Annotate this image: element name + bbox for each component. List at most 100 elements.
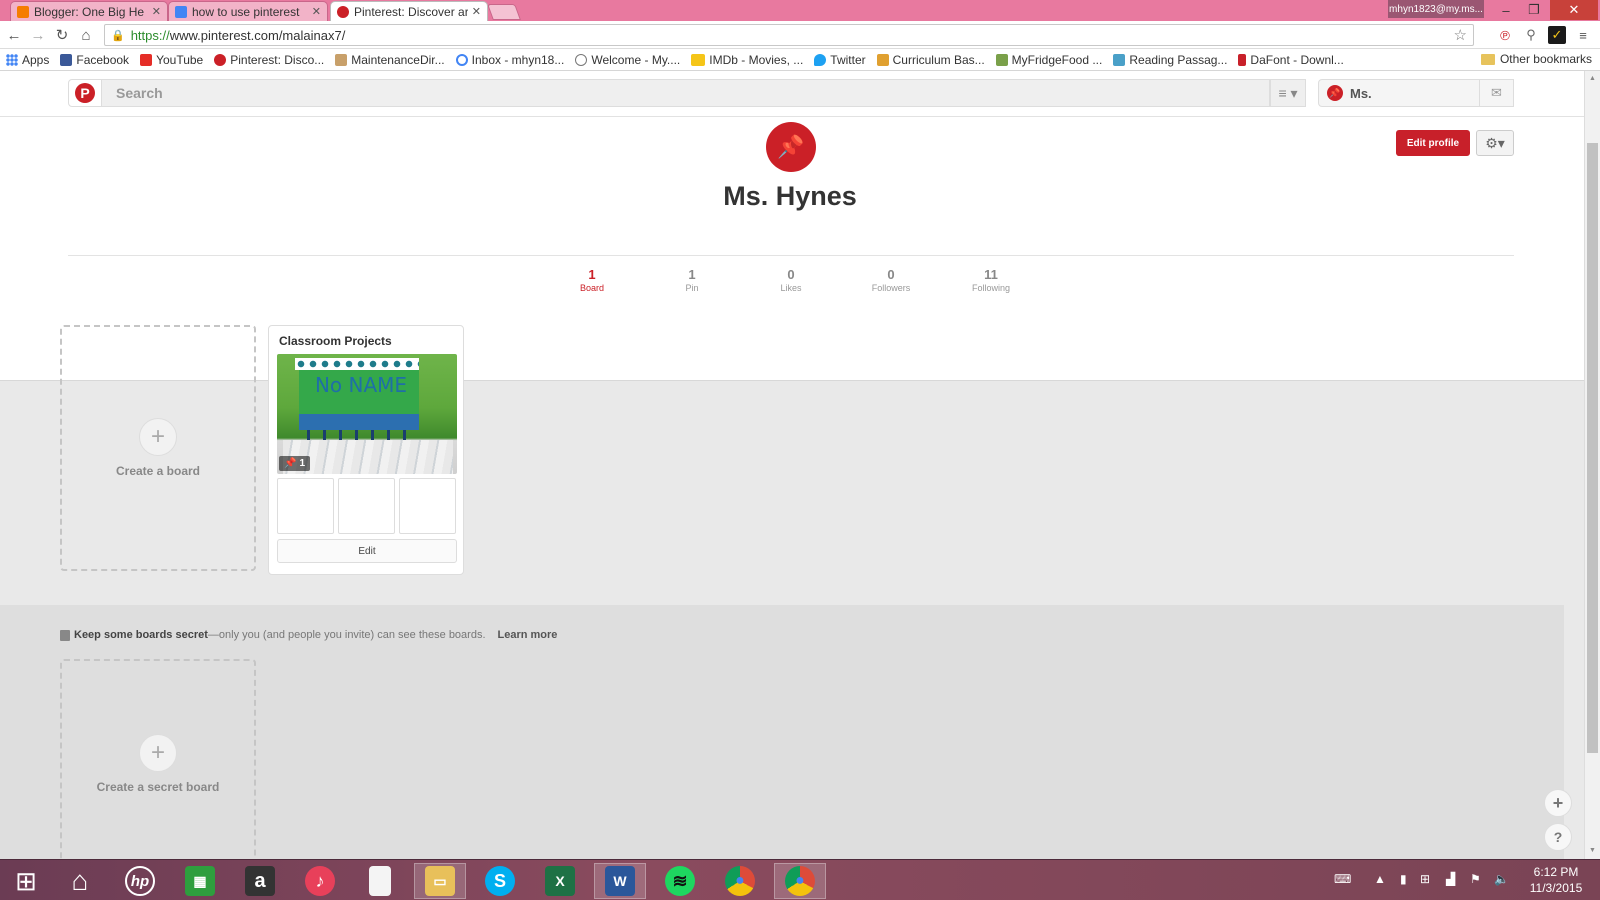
bookmark-twitter[interactable]: Twitter — [814, 53, 866, 67]
scroll-down-icon[interactable]: ▼ — [1589, 847, 1596, 854]
browser-profile-chip[interactable]: mhyn1823@my.ms... — [1388, 0, 1484, 18]
user-profile-button[interactable]: 📌 Ms. — [1318, 79, 1480, 107]
bookmark-inbox[interactable]: Inbox - mhyn18... — [455, 53, 564, 67]
imdb-icon — [691, 53, 706, 66]
minimize-icon[interactable]: – — [1492, 0, 1520, 20]
board-card[interactable]: Classroom Projects No NAME 📌 1 Edit — [268, 325, 464, 575]
taskbar-app[interactable]: S — [474, 863, 526, 899]
secret-boards-description: —only you (and people you invite) can se… — [207, 629, 486, 641]
scroll-up-icon[interactable]: ▲ — [1589, 75, 1596, 82]
taskbar-app[interactable]: ▭ — [414, 863, 466, 899]
taskbar-app[interactable]: ⊞ — [0, 863, 52, 899]
stat-label: Board — [579, 283, 605, 293]
back-arrow-icon[interactable]: ← — [4, 25, 24, 45]
page-scrollbar[interactable]: ▲ ▼ — [1584, 71, 1600, 859]
profile-avatar[interactable]: 📌 — [766, 122, 816, 172]
stat-number: 1 — [688, 267, 696, 282]
start-icon: ⊞ — [15, 865, 37, 896]
windows-icon[interactable]: ⊞ — [1420, 872, 1430, 886]
facebook-icon — [60, 53, 73, 66]
keyboard-icon[interactable]: ⌨ — [1334, 872, 1351, 886]
taskbar-app[interactable]: ▦ — [174, 863, 226, 899]
stat-likes[interactable]: 0 Likes — [751, 267, 831, 293]
other-bookmarks-label: Other bookmarks — [1499, 52, 1592, 66]
category-menu-button[interactable]: ≡ ▾ — [1270, 79, 1306, 107]
bookmark-facebook[interactable]: Facebook — [60, 53, 129, 67]
pinterest-extension-icon[interactable]: ℗ — [1496, 26, 1514, 44]
tray-expand-icon[interactable]: ▲ — [1374, 872, 1386, 886]
bookmark-maintenance[interactable]: MaintenanceDir... — [335, 53, 445, 67]
restore-icon[interactable]: ❐ — [1520, 0, 1548, 20]
tab-close-icon[interactable]: ✕ — [472, 5, 481, 18]
board-edit-button[interactable]: Edit — [277, 539, 457, 563]
search-input[interactable]: Search — [102, 79, 1270, 107]
learn-more-link[interactable]: Learn more — [498, 629, 558, 641]
battery-icon[interactable]: ▮ — [1400, 872, 1407, 886]
browser-tab-blogger[interactable]: Blogger: One Big He ✕ — [10, 1, 168, 21]
messages-button[interactable]: ✉ — [1480, 79, 1514, 107]
taskbar-app[interactable]: hp — [114, 863, 166, 899]
other-bookmarks[interactable]: Other bookmarks — [1480, 52, 1592, 66]
volume-icon[interactable]: 🔈 — [1494, 872, 1509, 886]
settings-button[interactable]: ⚙▾ — [1476, 130, 1514, 156]
twitter-icon — [814, 53, 827, 66]
folder-icon — [1480, 53, 1495, 65]
gear-icon: ⚙▾ — [1485, 134, 1505, 151]
plus-icon: + — [139, 418, 177, 456]
bookmark-welcome[interactable]: Welcome - My.... — [575, 53, 680, 67]
bookmark-dafont[interactable]: DaFont - Downl... — [1238, 52, 1344, 67]
flag-icon[interactable]: ⚑ — [1470, 872, 1481, 886]
bookmark-apps[interactable]: Apps — [6, 53, 49, 67]
add-pin-button[interactable]: + — [1544, 789, 1572, 817]
extension-check-icon[interactable]: ✓ — [1548, 26, 1566, 44]
create-secret-board-button[interactable]: + Create a secret board — [60, 659, 256, 859]
stat-followers[interactable]: 0 Followers — [851, 267, 931, 293]
pinterest-logo-button[interactable]: P — [68, 79, 102, 107]
search-extension-icon[interactable]: ⚲ — [1522, 26, 1540, 44]
bookmark-star-icon[interactable]: ☆ — [1454, 26, 1467, 44]
bookmark-curriculum[interactable]: Curriculum Bas... — [876, 53, 985, 67]
new-tab-button[interactable] — [487, 4, 521, 20]
taskbar-app[interactable]: ♪ — [294, 863, 346, 899]
taskbar-clock[interactable]: 6:12 PM 11/3/2015 — [1520, 864, 1592, 896]
taskbar-app[interactable]: X — [534, 863, 586, 899]
bookmark-label: Welcome - My.... — [591, 52, 681, 67]
bookmark-pinterest[interactable]: Pinterest: Disco... — [214, 53, 324, 67]
browser-tab-pinterest[interactable]: Pinterest: Discover ar ✕ — [330, 1, 488, 21]
stat-boards[interactable]: 1 Board — [552, 267, 632, 293]
forward-arrow-icon[interactable]: → — [28, 25, 48, 45]
help-button[interactable]: ? — [1544, 823, 1572, 851]
taskbar-app[interactable]: ≋ — [654, 863, 706, 899]
bookmark-label: Apps — [22, 52, 50, 67]
stat-pins[interactable]: 1 Pin — [652, 267, 732, 293]
create-board-button[interactable]: + Create a board — [60, 325, 256, 571]
taskbar-app[interactable]: a — [234, 863, 286, 899]
tab-close-icon[interactable]: ✕ — [152, 5, 161, 18]
chrome-menu-icon[interactable]: ≡ — [1574, 26, 1592, 44]
reload-icon[interactable]: ↻ — [52, 25, 72, 45]
address-bar[interactable]: 🔒 https:// www.pinterest.com/malainax7/ … — [104, 24, 1474, 46]
lock-icon — [60, 629, 70, 641]
browser-tab-google[interactable]: how to use pinterest ✕ — [168, 1, 328, 21]
profile-name: Ms. Hynes — [723, 181, 857, 211]
chrome-icon: ● — [725, 866, 755, 896]
close-window-icon[interactable]: ✕ — [1550, 0, 1598, 20]
network-icon[interactable]: ▟ — [1446, 872, 1455, 886]
stat-following[interactable]: 11 Following — [951, 267, 1031, 293]
bookmark-imdb[interactable]: IMDb - Movies, ... — [691, 53, 803, 67]
taskbar-app[interactable]: ⌂ — [54, 863, 106, 899]
board-cover-image[interactable]: No NAME 📌 1 — [277, 354, 457, 474]
taskbar-app[interactable]: W — [594, 863, 646, 899]
bookmark-myfridgefood[interactable]: MyFridgeFood ... — [995, 53, 1102, 67]
edit-profile-button[interactable]: Edit profile — [1396, 130, 1470, 156]
bookmark-label: DaFont - Downl... — [1250, 52, 1344, 67]
bookmark-youtube[interactable]: YouTube — [140, 53, 203, 67]
taskbar-app[interactable]: ● — [714, 863, 766, 899]
board-title: Classroom Projects — [279, 334, 392, 348]
scrollbar-thumb[interactable] — [1587, 143, 1598, 753]
taskbar-app[interactable] — [354, 863, 406, 899]
bookmark-reading[interactable]: Reading Passag... — [1113, 53, 1227, 67]
taskbar-app[interactable]: ● — [774, 863, 826, 899]
tab-close-icon[interactable]: ✕ — [312, 5, 321, 18]
home-icon[interactable]: ⌂ — [76, 25, 96, 45]
